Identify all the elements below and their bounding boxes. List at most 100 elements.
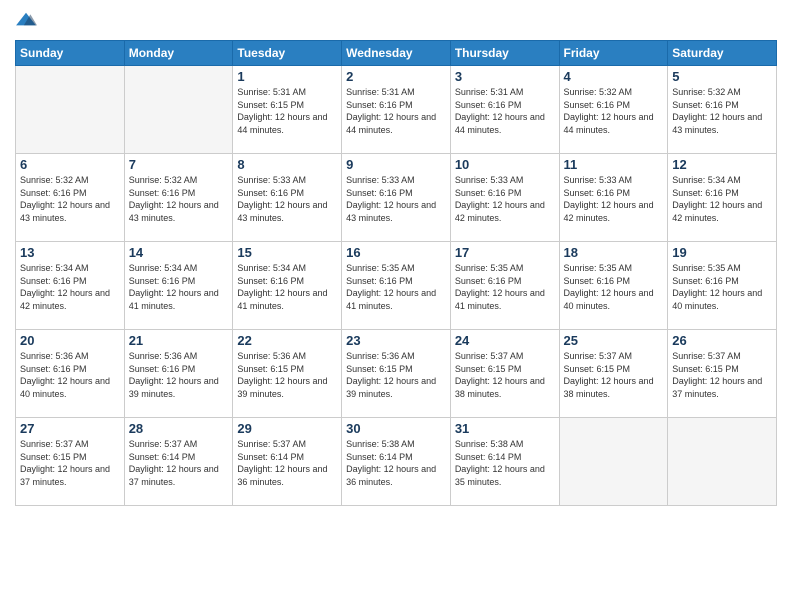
cell-details: Sunrise: 5:32 AMSunset: 6:16 PMDaylight:… [672, 86, 772, 136]
calendar-cell: 18 Sunrise: 5:35 AMSunset: 6:16 PMDayligh… [559, 242, 668, 330]
cell-details: Sunrise: 5:38 AMSunset: 6:14 PMDaylight:… [455, 438, 555, 488]
calendar-header-wednesday: Wednesday [342, 41, 451, 66]
calendar-header-sunday: Sunday [16, 41, 125, 66]
day-number: 9 [346, 157, 446, 172]
cell-details: Sunrise: 5:31 AMSunset: 6:16 PMDaylight:… [455, 86, 555, 136]
calendar-cell [124, 66, 233, 154]
cell-details: Sunrise: 5:37 AMSunset: 6:15 PMDaylight:… [455, 350, 555, 400]
cell-details: Sunrise: 5:36 AMSunset: 6:16 PMDaylight:… [129, 350, 229, 400]
calendar-cell: 23 Sunrise: 5:36 AMSunset: 6:15 PMDayligh… [342, 330, 451, 418]
cell-details: Sunrise: 5:37 AMSunset: 6:15 PMDaylight:… [672, 350, 772, 400]
day-number: 2 [346, 69, 446, 84]
calendar-cell: 1Sunrise: 5:31 AMSunset: 6:15 PMDaylight… [233, 66, 342, 154]
day-number: 19 [672, 245, 772, 260]
calendar-cell: 6 Sunrise: 5:32 AMSunset: 6:16 PMDaylight… [16, 154, 125, 242]
calendar-cell: 29 Sunrise: 5:37 AMSunset: 6:14 PMDayligh… [233, 418, 342, 506]
day-number: 23 [346, 333, 446, 348]
day-number: 31 [455, 421, 555, 436]
day-number: 6 [20, 157, 120, 172]
cell-details: Sunrise: 5:34 AMSunset: 6:16 PMDaylight:… [672, 174, 772, 224]
cell-details: Sunrise: 5:35 AMSunset: 6:16 PMDaylight:… [455, 262, 555, 312]
cell-details: Sunrise: 5:31 AMSunset: 6:16 PMDaylight:… [346, 86, 446, 136]
calendar-cell [16, 66, 125, 154]
calendar-cell: 13 Sunrise: 5:34 AMSunset: 6:16 PMDayligh… [16, 242, 125, 330]
cell-details: Sunrise: 5:34 AMSunset: 6:16 PMDaylight:… [20, 262, 120, 312]
calendar-cell: 31 Sunrise: 5:38 AMSunset: 6:14 PMDayligh… [450, 418, 559, 506]
day-number: 20 [20, 333, 120, 348]
day-number: 30 [346, 421, 446, 436]
calendar-cell: 24 Sunrise: 5:37 AMSunset: 6:15 PMDayligh… [450, 330, 559, 418]
day-number: 17 [455, 245, 555, 260]
cell-details: Sunrise: 5:37 AMSunset: 6:14 PMDaylight:… [129, 438, 229, 488]
calendar-cell: 11Sunrise: 5:33 AMSunset: 6:16 PMDayligh… [559, 154, 668, 242]
cell-details: Sunrise: 5:37 AMSunset: 6:15 PMDaylight:… [564, 350, 664, 400]
cell-details: Sunrise: 5:36 AMSunset: 6:15 PMDaylight:… [346, 350, 446, 400]
day-number: 16 [346, 245, 446, 260]
day-number: 24 [455, 333, 555, 348]
cell-details: Sunrise: 5:37 AMSunset: 6:14 PMDaylight:… [237, 438, 337, 488]
calendar: SundayMondayTuesdayWednesdayThursdayFrid… [15, 40, 777, 506]
day-number: 13 [20, 245, 120, 260]
day-number: 3 [455, 69, 555, 84]
day-number: 29 [237, 421, 337, 436]
calendar-cell: 25 Sunrise: 5:37 AMSunset: 6:15 PMDayligh… [559, 330, 668, 418]
cell-details: Sunrise: 5:34 AMSunset: 6:16 PMDaylight:… [129, 262, 229, 312]
calendar-cell: 10 Sunrise: 5:33 AMSunset: 6:16 PMDayligh… [450, 154, 559, 242]
calendar-header-friday: Friday [559, 41, 668, 66]
calendar-cell: 27Sunrise: 5:37 AMSunset: 6:15 PMDayligh… [16, 418, 125, 506]
calendar-cell: 12 Sunrise: 5:34 AMSunset: 6:16 PMDayligh… [668, 154, 777, 242]
calendar-header-saturday: Saturday [668, 41, 777, 66]
cell-details: Sunrise: 5:35 AMSunset: 6:16 PMDaylight:… [346, 262, 446, 312]
logo-icon [15, 10, 37, 32]
day-number: 28 [129, 421, 229, 436]
day-number: 25 [564, 333, 664, 348]
calendar-cell: 15 Sunrise: 5:34 AMSunset: 6:16 PMDayligh… [233, 242, 342, 330]
day-number: 5 [672, 69, 772, 84]
cell-details: Sunrise: 5:36 AMSunset: 6:16 PMDaylight:… [20, 350, 120, 400]
cell-details: Sunrise: 5:33 AMSunset: 6:16 PMDaylight:… [346, 174, 446, 224]
cell-details: Sunrise: 5:36 AMSunset: 6:15 PMDaylight:… [237, 350, 337, 400]
calendar-cell: 22 Sunrise: 5:36 AMSunset: 6:15 PMDayligh… [233, 330, 342, 418]
calendar-cell: 30 Sunrise: 5:38 AMSunset: 6:14 PMDayligh… [342, 418, 451, 506]
day-number: 8 [237, 157, 337, 172]
day-number: 18 [564, 245, 664, 260]
day-number: 14 [129, 245, 229, 260]
calendar-cell: 20 Sunrise: 5:36 AMSunset: 6:16 PMDayligh… [16, 330, 125, 418]
calendar-cell: 26 Sunrise: 5:37 AMSunset: 6:15 PMDayligh… [668, 330, 777, 418]
calendar-cell: 14 Sunrise: 5:34 AMSunset: 6:16 PMDayligh… [124, 242, 233, 330]
day-number: 15 [237, 245, 337, 260]
calendar-cell: 28 Sunrise: 5:37 AMSunset: 6:14 PMDayligh… [124, 418, 233, 506]
calendar-header-thursday: Thursday [450, 41, 559, 66]
calendar-cell: 19 Sunrise: 5:35 AMSunset: 6:16 PMDayligh… [668, 242, 777, 330]
cell-details: Sunrise: 5:32 AMSunset: 6:16 PMDaylight:… [129, 174, 229, 224]
calendar-cell: 9 Sunrise: 5:33 AMSunset: 6:16 PMDaylight… [342, 154, 451, 242]
day-number: 1 [237, 69, 337, 84]
cell-details: Sunrise: 5:34 AMSunset: 6:16 PMDaylight:… [237, 262, 337, 312]
cell-details: Sunrise: 5:35 AMSunset: 6:16 PMDaylight:… [564, 262, 664, 312]
day-number: 21 [129, 333, 229, 348]
logo [15, 10, 39, 32]
cell-details: Sunrise: 5:37 AMSunset: 6:15 PMDaylight:… [20, 438, 120, 488]
calendar-header-tuesday: Tuesday [233, 41, 342, 66]
calendar-cell: 17 Sunrise: 5:35 AMSunset: 6:16 PMDayligh… [450, 242, 559, 330]
day-number: 7 [129, 157, 229, 172]
day-number: 12 [672, 157, 772, 172]
calendar-cell: 2 Sunrise: 5:31 AMSunset: 6:16 PMDaylight… [342, 66, 451, 154]
day-number: 10 [455, 157, 555, 172]
day-number: 26 [672, 333, 772, 348]
cell-details: Sunrise: 5:38 AMSunset: 6:14 PMDaylight:… [346, 438, 446, 488]
calendar-cell: 7 Sunrise: 5:32 AMSunset: 6:16 PMDaylight… [124, 154, 233, 242]
day-number: 11 [564, 157, 664, 172]
day-number: 22 [237, 333, 337, 348]
calendar-cell: 16 Sunrise: 5:35 AMSunset: 6:16 PMDayligh… [342, 242, 451, 330]
cell-details: Sunrise: 5:35 AMSunset: 6:16 PMDaylight:… [672, 262, 772, 312]
calendar-cell: 3 Sunrise: 5:31 AMSunset: 6:16 PMDaylight… [450, 66, 559, 154]
calendar-header-monday: Monday [124, 41, 233, 66]
cell-details: Sunrise: 5:32 AMSunset: 6:16 PMDaylight:… [20, 174, 120, 224]
calendar-cell: 8 Sunrise: 5:33 AMSunset: 6:16 PMDaylight… [233, 154, 342, 242]
cell-details: Sunrise: 5:33 AMSunset: 6:16 PMDaylight:… [237, 174, 337, 224]
calendar-cell: 21 Sunrise: 5:36 AMSunset: 6:16 PMDayligh… [124, 330, 233, 418]
calendar-cell [559, 418, 668, 506]
cell-details: Sunrise: 5:33 AMSunset: 6:16 PMDaylight:… [455, 174, 555, 224]
calendar-cell: 4Sunrise: 5:32 AMSunset: 6:16 PMDaylight… [559, 66, 668, 154]
